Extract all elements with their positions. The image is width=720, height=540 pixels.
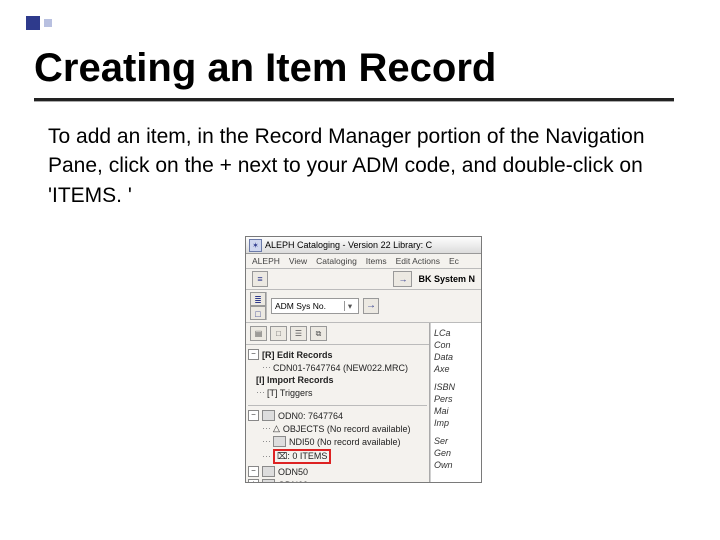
tree-connector: ⋯ (262, 362, 270, 373)
slide-body: To add an item, in the Record Manager po… (48, 122, 648, 210)
addr-sidetab-bottom[interactable]: □ (250, 306, 266, 320)
tree-objects[interactable]: OBJECTS (No record available) (283, 424, 411, 434)
slide-title: Creating an Item Record (34, 46, 496, 91)
tree-import-records[interactable]: [I] Import Records (256, 375, 334, 385)
combo-label: ADM Sys No. (275, 301, 326, 311)
tree-odn50[interactable]: ODN50 (278, 467, 308, 477)
toolbar-label: BK System N (418, 274, 475, 284)
tree-odn-root[interactable]: ODN0: 7647764 (278, 411, 343, 421)
doc-icon (273, 436, 286, 447)
menu-aleph[interactable]: ALEPH (252, 256, 280, 266)
field-label: LCa (434, 328, 478, 338)
field-label: ISBN (434, 382, 478, 392)
go-button[interactable]: → (363, 298, 379, 314)
field-label: Mai (434, 406, 478, 416)
field-label: Imp (434, 418, 478, 428)
app-icon: ✶ (249, 239, 262, 252)
record-detail-pane: LCa Con Data Axe ISBN Pers Mai Imp Ser G… (430, 323, 481, 483)
field-label: Ser (434, 436, 478, 446)
pane-tab-2[interactable]: □ (270, 326, 287, 341)
accent-square-small (44, 19, 52, 27)
pane-tab-1[interactable]: ▤ (250, 326, 267, 341)
window-titlebar: ✶ ALEPH Cataloging - Version 22 Library:… (246, 237, 481, 254)
chevron-down-icon[interactable]: ▾ (344, 301, 355, 311)
collapse-icon[interactable]: − (248, 410, 259, 421)
menu-edit-actions[interactable]: Edit Actions (396, 256, 440, 266)
expand-icon[interactable]: + (248, 479, 259, 483)
pane-tab-4[interactable]: ⧉ (310, 326, 327, 341)
screenshot-window: ✶ ALEPH Cataloging - Version 22 Library:… (245, 236, 482, 483)
folder-icon (262, 479, 275, 483)
pane-tabs: ▤ □ ☰ ⧉ (246, 323, 429, 345)
field-label: Axe (434, 364, 478, 374)
tree-record-file[interactable]: CDN01-7647764 (NEW022.MRC) (273, 363, 408, 373)
address-bar: ≣ □ ADM Sys No. ▾ → (246, 290, 481, 323)
toolbar-arrow-icon[interactable]: → (393, 271, 412, 287)
collapse-icon[interactable]: − (248, 466, 259, 477)
tree-ndi50[interactable]: NDI50 (No record available) (289, 437, 401, 447)
field-label: Con (434, 340, 478, 350)
menu-truncated[interactable]: Ec (449, 256, 459, 266)
field-label: Gen (434, 448, 478, 458)
tree-triggers[interactable]: [T] Triggers (267, 388, 313, 398)
menu-cataloging[interactable]: Cataloging (316, 256, 357, 266)
toolbar: ≡ → BK System N (246, 269, 481, 290)
title-underline (34, 98, 674, 102)
addr-sidetab-top[interactable]: ≣ (250, 292, 266, 306)
folder-icon (262, 466, 275, 477)
menu-items[interactable]: Items (366, 256, 387, 266)
field-label: Own (434, 460, 478, 470)
field-label: Pers (434, 394, 478, 404)
menu-bar: ALEPH View Cataloging Items Edit Actions… (246, 254, 481, 269)
menu-view[interactable]: View (289, 256, 307, 266)
accent-square (26, 16, 40, 30)
tree-odn60[interactable]: ODN60 (278, 480, 308, 484)
navigation-pane: ▤ □ ☰ ⧉ −[R] Edit Records ⋯CDN01-7647764… (246, 323, 430, 483)
folder-icon (262, 410, 275, 421)
window-title-text: ALEPH Cataloging - Version 22 Library: C (265, 240, 432, 250)
adm-sys-no-combo[interactable]: ADM Sys No. ▾ (271, 298, 359, 314)
pane-tab-3[interactable]: ☰ (290, 326, 307, 341)
tree-edit-records[interactable]: [R] Edit Records (262, 350, 333, 360)
collapse-icon[interactable]: − (248, 349, 259, 360)
tree-items-highlight[interactable]: ⌧: 0 ITEMS (273, 449, 331, 464)
field-label: Data (434, 352, 478, 362)
toolbar-new-icon[interactable]: ≡ (252, 271, 268, 287)
tree-connector: ⋯ (256, 387, 264, 398)
record-manager-tree: −[R] Edit Records ⋯CDN01-7647764 (NEW022… (246, 345, 429, 483)
